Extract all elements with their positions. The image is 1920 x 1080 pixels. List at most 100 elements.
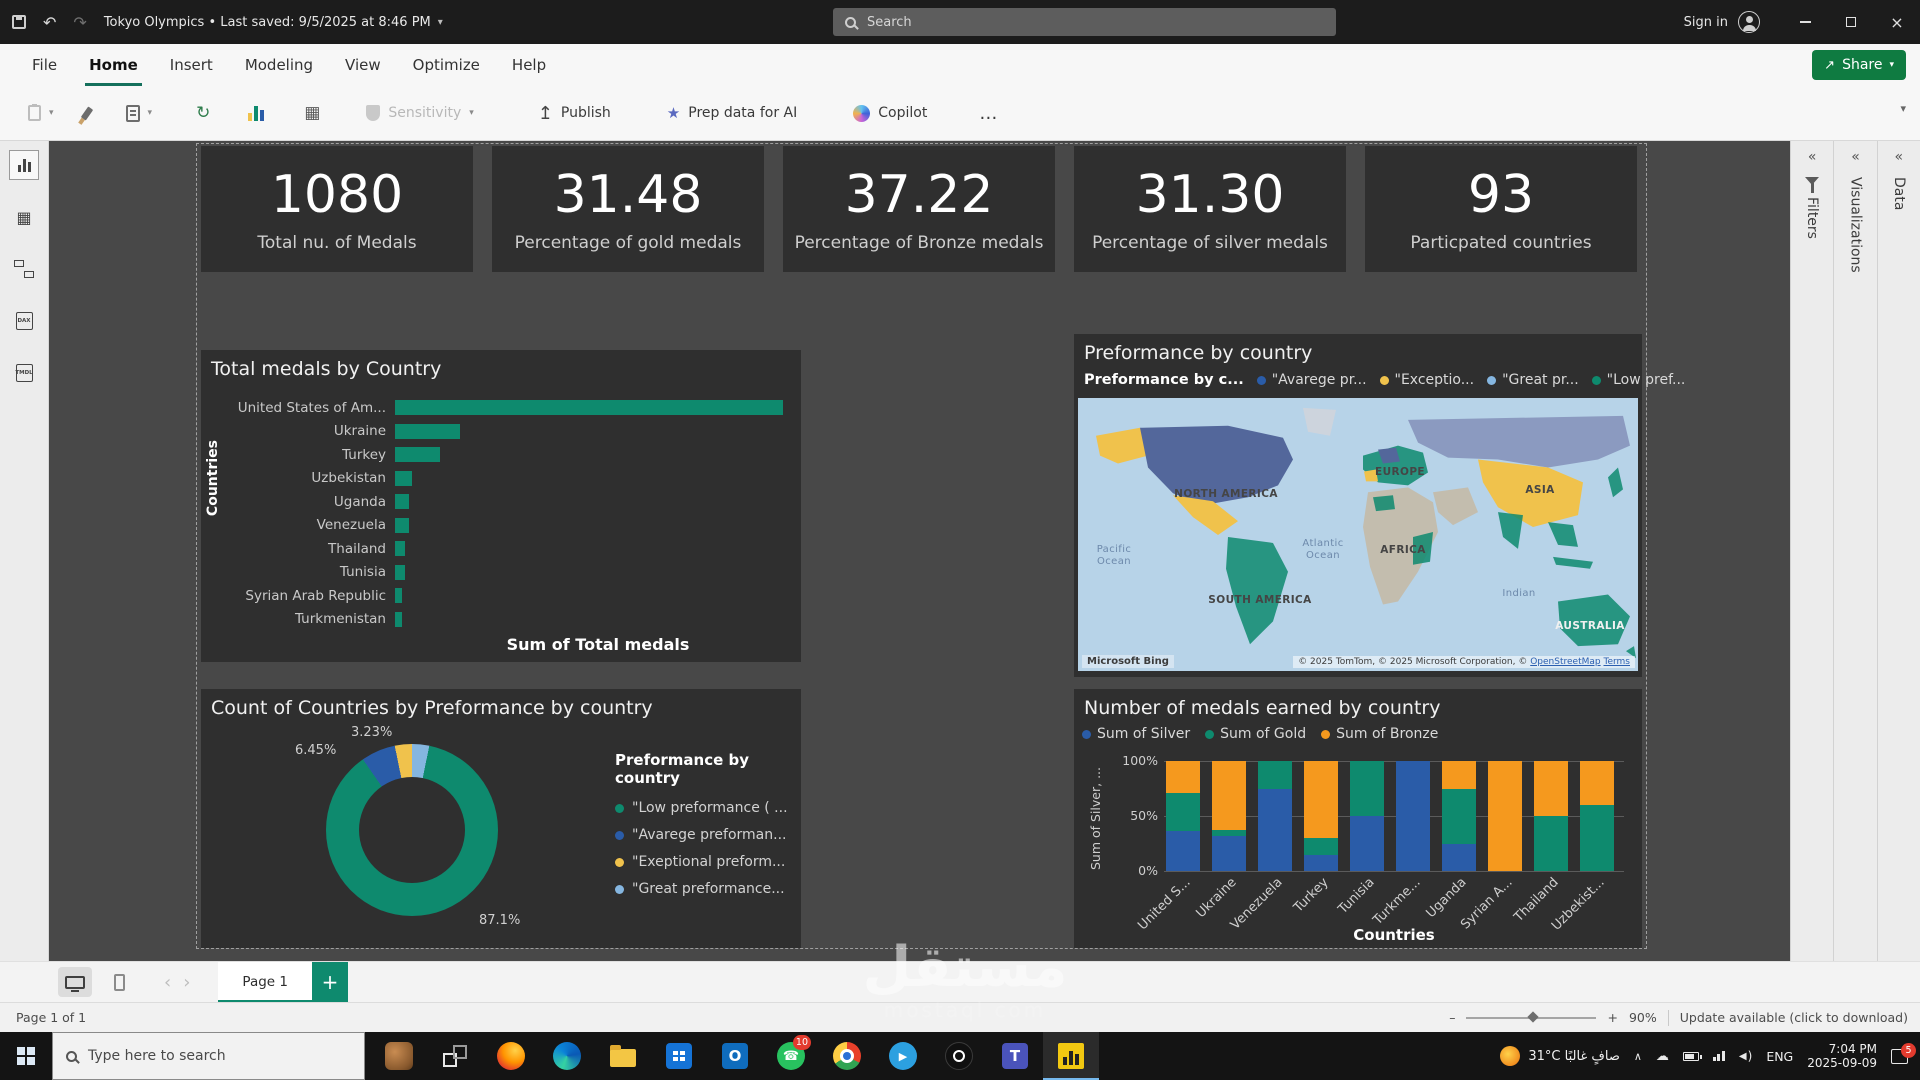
bar[interactable] — [395, 400, 783, 415]
edge-icon[interactable] — [539, 1032, 595, 1080]
power-bi-icon[interactable] — [1043, 1032, 1099, 1080]
stacked-bar[interactable] — [1212, 761, 1246, 871]
expand-data-icon[interactable]: « — [1895, 149, 1904, 165]
sensitivity-button[interactable]: Sensitivity ▾ — [366, 105, 473, 121]
bar[interactable] — [395, 494, 409, 509]
page-tab[interactable]: Page 1 — [218, 962, 312, 1003]
file-explorer-icon[interactable] — [595, 1032, 651, 1080]
terms-link[interactable]: Terms — [1603, 657, 1630, 667]
menu-tab-help[interactable]: Help — [496, 44, 562, 86]
onedrive-cloud-icon[interactable]: ☁ — [1656, 1049, 1669, 1064]
stacked-bar[interactable] — [1580, 761, 1614, 871]
openstreetmap-link[interactable]: OpenStreetMap — [1530, 657, 1600, 667]
bar[interactable] — [395, 471, 412, 486]
save-icon[interactable] — [12, 15, 26, 29]
update-available-link[interactable]: Update available (click to download) — [1680, 1010, 1908, 1025]
filters-pane-collapsed[interactable]: « Filters — [1790, 141, 1833, 961]
menu-tab-modeling[interactable]: Modeling — [229, 44, 329, 86]
kpi-card[interactable]: 37.22Percentage of Bronze medals — [783, 146, 1055, 272]
report-themes-button[interactable]: ▾ — [126, 105, 153, 122]
zoom-in-button[interactable]: + — [1607, 1010, 1617, 1025]
undo-icon[interactable]: ↶ — [43, 13, 56, 32]
start-button[interactable] — [0, 1032, 52, 1080]
redo-icon[interactable]: ↷ — [73, 13, 86, 32]
next-page-icon[interactable]: › — [177, 972, 196, 993]
expand-visualizations-icon[interactable]: « — [1851, 149, 1860, 165]
stacked-legend-item[interactable]: Sum of Bronze — [1321, 726, 1438, 742]
stacked-bar[interactable] — [1534, 761, 1568, 871]
global-search-box[interactable]: Search — [833, 8, 1336, 36]
stacked-bar[interactable] — [1488, 761, 1522, 871]
donut-chart-visual[interactable]: Count of Countries by Preformance by cou… — [201, 689, 801, 948]
donut-legend-item[interactable]: "Avarege preforman... — [615, 827, 801, 843]
collapse-ribbon-icon[interactable]: ▾ — [1900, 102, 1906, 115]
taskbar-search-box[interactable]: Type here to search — [52, 1032, 365, 1080]
close-button[interactable]: × — [1874, 0, 1920, 44]
paste-button[interactable]: ▾ — [28, 105, 54, 121]
zoom-out-button[interactable]: – — [1449, 1010, 1455, 1025]
new-page-button[interactable]: + — [312, 962, 348, 1003]
menu-tab-view[interactable]: View — [329, 44, 397, 86]
map-legend-item[interactable]: "Great pr... — [1487, 372, 1579, 388]
bar[interactable] — [395, 447, 440, 462]
firefox-icon[interactable] — [483, 1032, 539, 1080]
format-painter-button[interactable] — [84, 107, 90, 120]
volume-icon[interactable]: ◀) — [1739, 1049, 1752, 1063]
action-center-icon[interactable]: 5 — [1891, 1049, 1908, 1064]
microsoft-store-icon[interactable] — [651, 1032, 707, 1080]
donut-legend-item[interactable]: "Great preformance... — [615, 881, 801, 897]
previous-page-icon[interactable]: ‹ — [158, 972, 177, 993]
report-view-button[interactable] — [10, 151, 38, 179]
stacked-bar[interactable] — [1442, 761, 1476, 871]
stacked-legend-item[interactable]: Sum of Gold — [1205, 726, 1306, 742]
bar[interactable] — [395, 518, 409, 533]
title-dropdown-icon[interactable]: ▾ — [438, 17, 443, 28]
model-view-button[interactable] — [10, 255, 38, 283]
maximize-button[interactable] — [1828, 0, 1874, 44]
visualizations-pane-collapsed[interactable]: « Visualizations — [1833, 141, 1876, 961]
network-icon[interactable] — [1713, 1051, 1725, 1061]
kpi-card[interactable]: 93Particpated countries — [1365, 146, 1637, 272]
report-canvas[interactable]: 1080Total nu. of Medals31.48Percentage o… — [49, 141, 1790, 961]
map-legend-item[interactable]: "Exceptio... — [1380, 372, 1475, 388]
map-visual[interactable]: Preformance by country Preformance by c.… — [1074, 334, 1642, 677]
chrome-icon[interactable] — [819, 1032, 875, 1080]
zoom-slider[interactable] — [1466, 1017, 1596, 1019]
bar[interactable] — [395, 541, 405, 556]
bar[interactable] — [395, 588, 402, 603]
map-legend-item[interactable]: "Low pref... — [1592, 372, 1686, 388]
map-legend-item[interactable]: "Avarege pr... — [1257, 372, 1367, 388]
donut-legend-item[interactable]: "Exeptional preform... — [615, 854, 801, 870]
bar[interactable] — [395, 424, 460, 439]
task-view-icon[interactable] — [427, 1032, 483, 1080]
mobile-view-button[interactable] — [102, 967, 136, 997]
stacked-bar[interactable] — [1396, 761, 1430, 871]
squirrel-app-icon[interactable] — [371, 1032, 427, 1080]
menu-tab-insert[interactable]: Insert — [154, 44, 229, 86]
stacked-bar[interactable] — [1258, 761, 1292, 871]
weather-widget[interactable]: 31°C صافٍ غالبًا — [1500, 1046, 1619, 1066]
stacked-bar[interactable] — [1304, 761, 1338, 871]
prep-data-ai-button[interactable]: ★ Prep data for AI — [667, 104, 797, 122]
kpi-card[interactable]: 31.30Percentage of silver medals — [1074, 146, 1346, 272]
show-hidden-icons-chevron[interactable]: ∧ — [1634, 1050, 1642, 1063]
report-page[interactable]: 1080Total nu. of Medals31.48Percentage o… — [196, 143, 1647, 949]
stacked-bar[interactable] — [1350, 761, 1384, 871]
taskbar-clock[interactable]: 7:04 PM 2025-09-09 — [1807, 1042, 1877, 1070]
sign-in-button[interactable]: Sign in — [1684, 15, 1728, 30]
stacked-bar-visual[interactable]: Number of medals earned by country Sum o… — [1074, 689, 1642, 948]
expand-filters-icon[interactable]: « — [1808, 149, 1817, 165]
bar[interactable] — [395, 612, 402, 627]
battery-icon[interactable] — [1683, 1052, 1699, 1061]
kpi-card[interactable]: 1080Total nu. of Medals — [201, 146, 473, 272]
copilot-button[interactable]: Copilot — [853, 105, 927, 122]
donut-legend-item[interactable]: "Low preformance ( ... — [615, 800, 801, 816]
tmdl-view-button[interactable]: TMDL — [10, 359, 38, 387]
table-view-button[interactable]: ▦ — [10, 203, 38, 231]
menu-tab-home[interactable]: Home — [73, 44, 154, 86]
chatgpt-icon[interactable] — [931, 1032, 987, 1080]
refresh-button[interactable]: ↻ — [196, 103, 210, 123]
zoom-slider-thumb[interactable] — [1527, 1011, 1538, 1022]
language-indicator[interactable]: ENG — [1766, 1049, 1793, 1064]
desktop-view-button[interactable] — [58, 967, 92, 997]
